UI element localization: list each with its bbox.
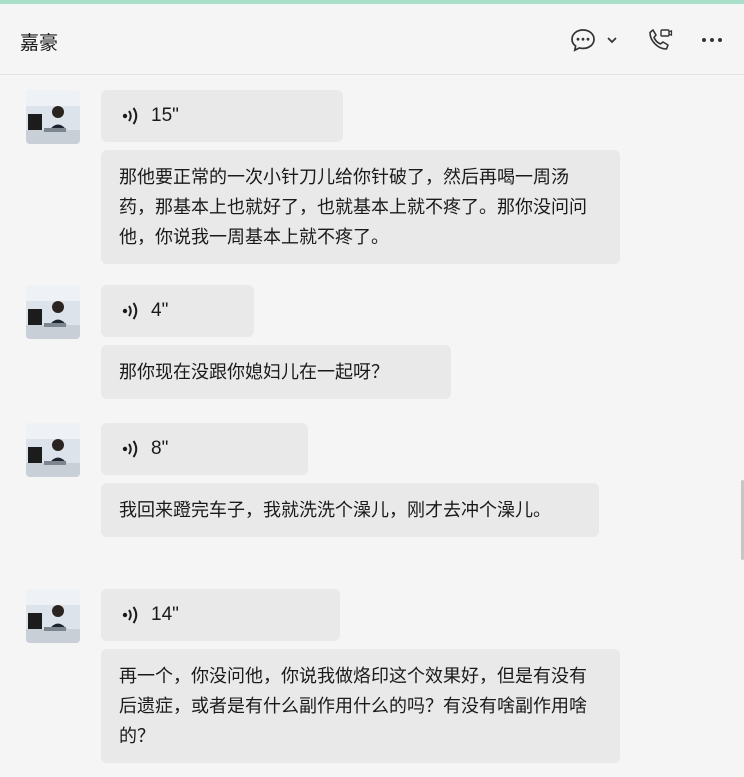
voice-transcript: 那你现在没跟你媳妇儿在一起呀？ <box>101 345 451 399</box>
voice-transcript: 再一个，你没问他，你说我做烙印这个效果好，但是有没有后遗症，或者是有什么副作用什… <box>101 649 620 763</box>
chat-header: 嘉豪 <box>0 4 744 75</box>
chat-title: 嘉豪 <box>20 33 59 54</box>
avatar[interactable] <box>26 423 80 477</box>
voice-wave-icon <box>122 107 138 125</box>
more-icon[interactable] <box>698 26 726 54</box>
voice-duration: 8" <box>151 438 169 459</box>
avatar[interactable] <box>26 589 80 643</box>
voice-wave-icon <box>122 606 138 624</box>
voice-duration: 15" <box>151 105 179 126</box>
voice-message[interactable]: 4" <box>101 285 254 337</box>
voice-message[interactable]: 8" <box>101 423 308 475</box>
voice-transcript: 那他要正常的一次小针刀儿给你针破了，然后再喝一周汤药，那基本上也就好了，也就基本… <box>101 150 620 264</box>
video-call-icon[interactable] <box>645 26 673 54</box>
message-list[interactable]: 15" 那他要正常的一次小针刀儿给你针破了，然后再喝一周汤药，那基本上也就好了，… <box>0 75 744 777</box>
voice-wave-icon <box>122 302 138 320</box>
voice-message[interactable]: 14" <box>101 589 340 641</box>
voice-transcript: 我回来蹬完车子，我就洗洗个澡儿，刚才去冲个澡儿。 <box>101 483 599 537</box>
voice-message[interactable]: 15" <box>101 90 343 142</box>
avatar[interactable] <box>26 90 80 144</box>
voice-duration: 4" <box>151 300 169 321</box>
voice-wave-icon <box>122 440 138 458</box>
chevron-down-icon[interactable] <box>600 26 624 54</box>
avatar[interactable] <box>26 285 80 339</box>
chat-bubble-icon[interactable] <box>569 26 597 54</box>
voice-duration: 14" <box>151 604 179 625</box>
